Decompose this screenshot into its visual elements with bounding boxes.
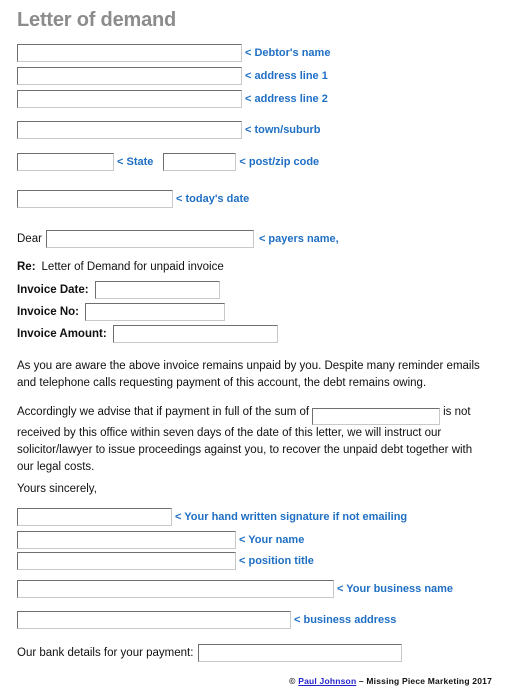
payer-name-input[interactable] bbox=[45, 230, 254, 248]
body-paragraph-2: Accordingly we advise that if payment in… bbox=[17, 404, 485, 476]
business-name-input[interactable] bbox=[17, 580, 334, 598]
state-postcode-row: < State < post/zip code bbox=[17, 153, 319, 171]
demand-amount-input[interactable] bbox=[312, 407, 441, 425]
business-address-row: < business address bbox=[17, 611, 396, 629]
copyright-symbol: © bbox=[289, 676, 296, 686]
position-title-note: < position title bbox=[239, 555, 314, 567]
letter-of-demand-page: Letter of demand < Debtor's name < addre… bbox=[0, 0, 514, 695]
subject-row: Re: Letter of Demand for unpaid invoice bbox=[17, 258, 224, 276]
payer-name-note: < payers name, bbox=[258, 233, 339, 245]
state-input[interactable] bbox=[17, 153, 114, 171]
salutation-row: Dear < payers name, bbox=[17, 230, 339, 248]
invoice-amount-row: Invoice Amount: bbox=[17, 325, 278, 343]
address-line-1-note: < address line 1 bbox=[245, 70, 328, 82]
bank-details-label: Our bank details for your payment: bbox=[17, 647, 194, 659]
business-address-input[interactable] bbox=[17, 611, 291, 629]
position-title-row: < position title bbox=[17, 552, 314, 570]
invoice-date-row: Invoice Date: bbox=[17, 281, 220, 299]
invoice-amount-label: Invoice Amount: bbox=[17, 328, 107, 340]
address-line-1-input[interactable] bbox=[17, 67, 242, 85]
debtor-name-note: < Debtor's name bbox=[245, 47, 331, 59]
address-line-1-row: < address line 1 bbox=[17, 67, 328, 85]
debtor-name-input[interactable] bbox=[17, 44, 242, 62]
town-suburb-row: < town/suburb bbox=[17, 121, 320, 139]
subject-prefix: Re: bbox=[17, 261, 36, 273]
bank-details-row: Our bank details for your payment: bbox=[17, 644, 403, 662]
postcode-note: < post/zip code bbox=[239, 156, 320, 168]
todays-date-input[interactable] bbox=[17, 190, 173, 208]
todays-date-note: < today's date bbox=[176, 193, 250, 205]
footer-copyright: © Paul Johnson – Missing Piece Marketing… bbox=[289, 676, 492, 686]
invoice-no-row: Invoice No: bbox=[17, 303, 225, 321]
page-title: Letter of demand bbox=[17, 9, 177, 31]
author-link[interactable]: Paul Johnson bbox=[298, 676, 356, 686]
address-line-2-input[interactable] bbox=[17, 90, 242, 108]
postcode-input[interactable] bbox=[163, 153, 237, 171]
signature-input[interactable] bbox=[17, 508, 172, 526]
signature-row: < Your hand written signature if not ema… bbox=[17, 508, 407, 526]
town-suburb-input[interactable] bbox=[17, 121, 242, 139]
subject-text: Letter of Demand for unpaid invoice bbox=[41, 261, 224, 273]
todays-date-row: < today's date bbox=[17, 190, 249, 208]
body-paragraph-2-part-1: Accordingly we advise that if payment in… bbox=[17, 406, 310, 418]
position-title-input[interactable] bbox=[17, 552, 236, 570]
invoice-date-input[interactable] bbox=[94, 281, 220, 299]
signature-note: < Your hand written signature if not ema… bbox=[175, 511, 408, 523]
body-paragraph-1: As you are aware the above invoice remai… bbox=[17, 360, 480, 389]
sign-off-row: Yours sincerely, bbox=[17, 480, 97, 498]
bank-details-input[interactable] bbox=[198, 644, 403, 662]
state-note: < State bbox=[117, 156, 154, 168]
business-name-row: < Your business name bbox=[17, 580, 453, 598]
invoice-no-input[interactable] bbox=[84, 303, 225, 321]
debtor-name-row: < Debtor's name bbox=[17, 44, 330, 62]
footer-rest: – Missing Piece Marketing 2017 bbox=[358, 676, 492, 686]
town-suburb-note: < town/suburb bbox=[245, 124, 321, 136]
invoice-amount-input[interactable] bbox=[112, 325, 278, 343]
business-address-note: < business address bbox=[294, 614, 397, 626]
address-line-2-row: < address line 2 bbox=[17, 90, 328, 108]
address-line-2-note: < address line 2 bbox=[245, 93, 328, 105]
sign-off-text: Yours sincerely, bbox=[17, 483, 97, 495]
business-name-note: < Your business name bbox=[337, 583, 454, 595]
your-name-row: < Your name bbox=[17, 531, 304, 549]
your-name-input[interactable] bbox=[17, 531, 236, 549]
your-name-note: < Your name bbox=[239, 534, 305, 546]
invoice-no-label: Invoice No: bbox=[17, 306, 79, 318]
salutation-prefix: Dear bbox=[17, 233, 42, 245]
invoice-date-label: Invoice Date: bbox=[17, 284, 89, 296]
